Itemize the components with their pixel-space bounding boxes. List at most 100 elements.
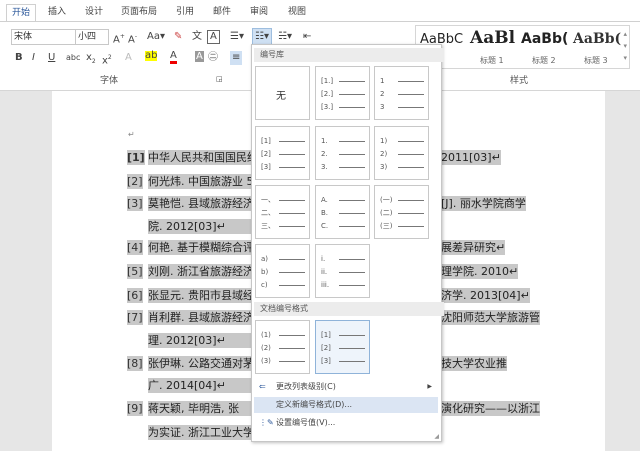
list-marker: 2): [380, 150, 388, 158]
list-marker: [1]: [321, 331, 331, 339]
reference-text[interactable]: 张显元. 贵阳市县域经: [148, 288, 251, 303]
numbering-format-tile[interactable]: [1] [2] [3]: [255, 126, 310, 180]
reference-text[interactable]: 何光炜. 中国旅游业 5: [148, 174, 251, 189]
numbering-format-tile[interactable]: a) b) c): [255, 244, 310, 298]
italic-icon[interactable]: I: [32, 51, 35, 65]
text-line-placeholder: [279, 259, 305, 260]
document-numbering-tile[interactable]: [1] [2] [3]: [315, 320, 370, 374]
style-h1-preview[interactable]: AaBl: [470, 28, 515, 48]
reference-text[interactable]: 中华人民共和国国民经: [148, 150, 251, 165]
text-line-placeholder: [398, 154, 424, 155]
none-label: 无: [276, 91, 286, 102]
multilevel-list-icon[interactable]: ☵▾: [278, 30, 292, 44]
reference-text[interactable]: 为实证. 浙江工业大学: [148, 425, 251, 440]
style-h2-preview[interactable]: AaBb(: [521, 31, 568, 47]
font-size-select[interactable]: 小四: [75, 29, 109, 45]
document-numbering-tile[interactable]: (1) (2) (3): [255, 320, 310, 374]
reference-text[interactable]: 何艳. 基于模糊综合评: [148, 240, 251, 255]
char-border-icon[interactable]: A: [207, 30, 220, 44]
reference-text[interactable]: 莫艳恺. 县域旅游经济: [148, 196, 251, 211]
style-h3-preview[interactable]: AaBb(: [573, 31, 621, 47]
reference-number: [5]: [127, 264, 143, 279]
reference-number: [7]: [127, 310, 143, 325]
tab-view[interactable]: 视图: [288, 4, 306, 20]
reference-text[interactable]: 肖利群. 县域旅游经济: [148, 310, 251, 325]
tab-mailings[interactable]: 邮件: [213, 4, 231, 20]
reference-text-continued[interactable]: 理学院. 2010↵: [441, 264, 519, 279]
reference-text-continued[interactable]: 技大学农业推: [441, 356, 507, 371]
numbering-format-tile[interactable]: 1 2 3: [374, 66, 429, 120]
align-left-icon[interactable]: ≡: [230, 51, 243, 65]
tab-insert[interactable]: 插入: [48, 4, 66, 20]
subscript-icon[interactable]: x2: [86, 51, 96, 69]
clear-format-icon[interactable]: ✎: [174, 30, 182, 44]
reference-text-continued[interactable]: 演化研究——以浙江: [441, 401, 540, 416]
list-marker: i.: [321, 255, 326, 263]
reference-text[interactable]: 院. 2012[03]↵: [148, 219, 251, 234]
reference-text[interactable]: 刘刚. 浙江省旅游经济: [148, 264, 251, 279]
reference-text[interactable]: 张伊琳. 公路交通对茅: [148, 356, 251, 371]
bullets-icon[interactable]: ☰▾: [230, 30, 244, 44]
reference-text-continued[interactable]: 2011[03]↵: [441, 150, 501, 165]
list-marker: ii.: [321, 268, 328, 276]
list-marker: [3]: [321, 357, 331, 365]
phonetic-icon[interactable]: 文: [192, 30, 202, 44]
text-line-placeholder: [398, 226, 424, 227]
font-dialog-launcher-icon[interactable]: ◲: [216, 72, 223, 86]
resize-grip-icon[interactable]: ◢: [434, 433, 439, 440]
tab-layout[interactable]: 页面布局: [121, 4, 157, 20]
text-line-placeholder: [398, 213, 424, 214]
reference-text[interactable]: 蒋天颖, 毕明浩, 张: [148, 401, 251, 416]
underline-icon[interactable]: U: [48, 51, 55, 65]
numbering-format-tile[interactable]: A. B. C.: [315, 185, 370, 239]
superscript-icon[interactable]: x2: [102, 51, 112, 68]
tab-references[interactable]: 引用: [176, 4, 194, 20]
set-numbering-value-item[interactable]: ⋮✎ 设置编号值(V)...: [254, 415, 438, 431]
shrink-font-icon[interactable]: A-: [128, 30, 137, 47]
change-list-level-item[interactable]: ⇐ 更改列表级别(C) ▶: [254, 379, 438, 395]
reference-number: [2]: [127, 174, 143, 189]
numbering-format-tile[interactable]: 1) 2) 3): [374, 126, 429, 180]
text-line-placeholder: [398, 200, 424, 201]
strikethrough-icon[interactable]: abc: [66, 51, 80, 65]
font-color-icon[interactable]: A: [170, 51, 177, 64]
numbering-format-tile[interactable]: [1.] [2.] [3.]: [315, 66, 370, 120]
text-line-placeholder: [398, 141, 424, 142]
change-case-icon[interactable]: Aa▾: [147, 30, 165, 44]
reference-text[interactable]: 理. 2012[03]↵: [148, 333, 251, 348]
reference-number: [3]: [127, 196, 143, 211]
styles-scroll-icon[interactable]: ▴ ▾ ▾: [623, 28, 627, 64]
numbering-format-tile[interactable]: 1. 2. 3.: [315, 126, 370, 180]
set-value-icon: ⋮✎: [259, 418, 274, 427]
highlight-icon[interactable]: ab: [145, 51, 158, 61]
define-new-format-item[interactable]: 定义新编号格式(D)...: [254, 397, 438, 413]
reference-text-continued[interactable]: [J]. 丽水学院商学: [441, 196, 526, 211]
text-effect-icon[interactable]: A: [125, 51, 132, 65]
enclose-char-icon[interactable]: ㊁: [208, 51, 218, 65]
numbering-none-tile[interactable]: 无: [255, 66, 310, 120]
numbering-format-tile[interactable]: 一、 二、 三、: [255, 185, 310, 239]
list-marker: 2.: [321, 150, 328, 158]
numbering-format-tile[interactable]: i. ii. iii.: [315, 244, 370, 298]
list-marker: (2): [261, 344, 271, 352]
reference-text[interactable]: 广. 2014[04]↵: [148, 378, 251, 393]
tab-home[interactable]: 开始: [6, 4, 37, 21]
style-h2-label: 标题 2: [532, 56, 556, 65]
grow-font-icon[interactable]: A+: [113, 30, 125, 47]
list-marker: (一): [380, 196, 393, 204]
char-shading-icon[interactable]: A: [195, 51, 204, 62]
reference-number: [8]: [127, 356, 143, 371]
reference-text-continued[interactable]: 沈阳师范大学旅游管: [441, 310, 540, 325]
tab-design[interactable]: 设计: [85, 4, 103, 20]
text-line-placeholder: [279, 141, 305, 142]
numbering-dropdown: 编号库 无 [1.] [2.] [3.] 1 2 3 [1] [2] [3] 1. 2. 3. 1) 2)…: [251, 44, 444, 442]
text-line-placeholder: [279, 348, 305, 349]
tab-review[interactable]: 审阅: [250, 4, 268, 20]
reference-text-continued[interactable]: 展差异研究↵: [441, 240, 506, 255]
reference-text-continued[interactable]: 济学. 2013[04]↵: [441, 288, 530, 303]
numbering-format-tile[interactable]: (一) (二) (三): [374, 185, 429, 239]
bold-icon[interactable]: B: [15, 51, 23, 65]
font-name-select[interactable]: 宋体: [11, 29, 77, 45]
text-line-placeholder: [398, 94, 424, 95]
decrease-indent-icon[interactable]: ⇤: [303, 30, 311, 44]
